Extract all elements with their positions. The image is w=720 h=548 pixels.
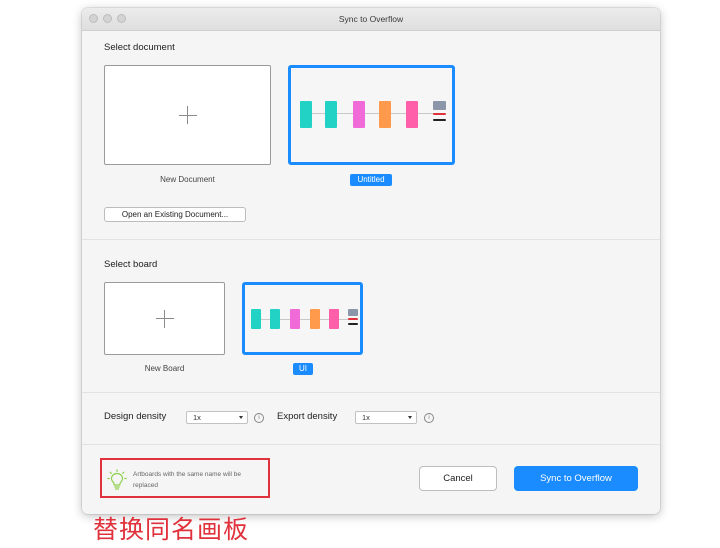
section-divider <box>82 239 660 240</box>
design-density-select[interactable]: 1x <box>186 411 248 424</box>
section-divider <box>82 392 660 393</box>
close-window-button[interactable] <box>89 14 98 23</box>
title-bar: Sync to Overflow <box>82 8 660 31</box>
select-board-title: Select board <box>104 259 158 270</box>
ui-board-card[interactable] <box>242 282 363 355</box>
lightbulb-icon <box>107 469 127 490</box>
cancel-button[interactable]: Cancel <box>419 466 497 491</box>
export-density-label: Export density <box>277 411 338 422</box>
info-icon[interactable]: i <box>424 413 434 423</box>
select-document-title: Select document <box>104 42 175 53</box>
new-document-label: New Document <box>160 175 215 184</box>
design-density-label: Design density <box>104 411 167 422</box>
plus-icon <box>155 309 174 328</box>
new-document-card[interactable] <box>104 65 271 165</box>
replace-hint-text: Artboards with the same name will be rep… <box>133 471 242 489</box>
chevron-down-icon <box>239 416 243 419</box>
sync-to-overflow-button[interactable]: Sync to Overflow <box>514 466 638 491</box>
annotation-caption: 替换同名画板 <box>93 516 250 544</box>
new-board-card[interactable] <box>104 282 225 355</box>
replace-hint-highlight: Artboards with the same name will be rep… <box>100 458 270 498</box>
ui-board-badge: UI <box>293 363 313 375</box>
design-density-value: 1x <box>193 413 201 422</box>
export-density-value: 1x <box>362 413 370 422</box>
window-title: Sync to Overflow <box>338 14 404 24</box>
board-thumbnail <box>249 309 361 331</box>
export-density-select[interactable]: 1x <box>355 411 417 424</box>
untitled-document-badge: Untitled <box>350 174 392 186</box>
zoom-window-button[interactable] <box>117 14 126 23</box>
plus-icon <box>178 106 197 124</box>
untitled-document-card[interactable] <box>288 65 455 165</box>
new-board-label: New Board <box>144 364 185 373</box>
chevron-down-icon <box>408 416 412 419</box>
section-divider <box>82 444 660 445</box>
document-thumbnail <box>297 101 447 129</box>
info-icon[interactable]: i <box>254 413 264 423</box>
sync-dialog-window: Sync to Overflow Select document New Doc… <box>82 8 660 514</box>
minimize-window-button[interactable] <box>103 14 112 23</box>
open-existing-document-button[interactable]: Open an Existing Document... <box>104 207 246 222</box>
